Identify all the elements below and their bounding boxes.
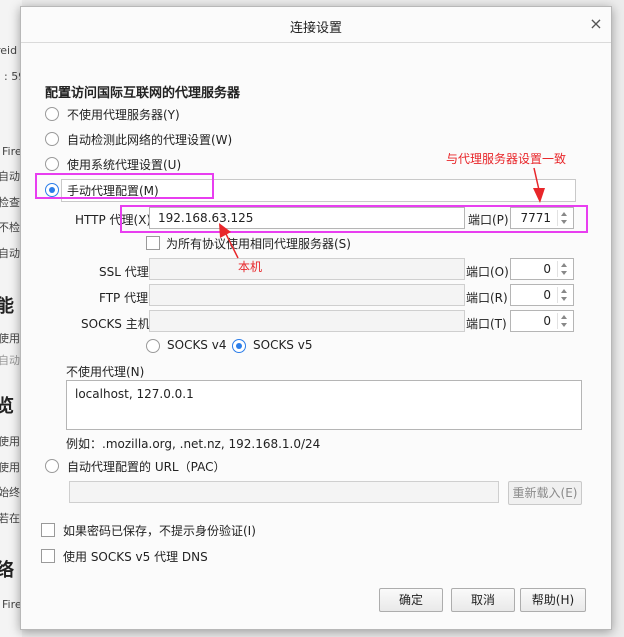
socks-dns-checkbox[interactable] [41, 549, 55, 563]
ftp-port-value: 0 [543, 288, 551, 302]
radio-socks-v5[interactable] [232, 339, 246, 353]
bg-text: 若在 [0, 512, 20, 525]
bg-text: Fire [2, 598, 22, 611]
ssl-port-value: 0 [543, 262, 551, 276]
bg-heading: 览 [0, 396, 14, 417]
same-proxy-checkbox[interactable] [146, 236, 160, 250]
bg-text: 自动 [0, 170, 20, 183]
socks-host-label: SOCKS 主机 [81, 317, 150, 331]
radio-system-proxy-label[interactable]: 使用系统代理设置(U) [67, 156, 181, 173]
bg-text: reid [0, 44, 18, 57]
socks-port-stepper[interactable]: 0 [510, 310, 574, 332]
no-proxy-textarea[interactable]: localhost, 127.0.0.1 [66, 380, 582, 430]
cancel-button[interactable]: 取消 [451, 588, 515, 612]
radio-no-proxy-label[interactable]: 不使用代理服务器(Y) [67, 106, 180, 123]
no-auth-label[interactable]: 如果密码已保存，不提示身份验证(I) [63, 522, 256, 539]
bg-text: 始终 [0, 486, 20, 499]
proxy-heading: 配置访问国际互联网的代理服务器 [45, 86, 241, 101]
bg-text: 不检 [0, 221, 20, 234]
bg-text: 检查 [0, 196, 20, 209]
port-consistent-annotation: 与代理服务器设置一致 [446, 152, 567, 166]
socks-host-input[interactable] [149, 310, 465, 332]
ftp-port-label: 端口(R) [466, 291, 508, 305]
same-proxy-label[interactable]: 为所有协议使用相同代理服务器(S) [166, 235, 351, 252]
spinner-arrows-icon[interactable] [557, 287, 571, 303]
ssl-port-stepper[interactable]: 0 [510, 258, 574, 280]
radio-socks-v5-label[interactable]: SOCKS v5 [253, 338, 312, 352]
radio-socks-v4-label[interactable]: SOCKS v4 [167, 338, 226, 352]
bg-heading: 能 [0, 296, 14, 317]
ssl-proxy-label: SSL 代理 [99, 265, 149, 279]
bg-text: 使用 [0, 461, 20, 474]
radio-pac-label[interactable]: 自动代理配置的 URL（PAC） [67, 458, 225, 475]
radio-auto-detect-label[interactable]: 自动检测此网络的代理设置(W) [67, 131, 232, 148]
help-button[interactable]: 帮助(H) [520, 588, 586, 612]
background-page: reid : 59 Fire 自动 检查 不检 自动 能 使用 自动 览 使用 … [0, 0, 22, 637]
radio-no-proxy[interactable] [45, 107, 59, 121]
bg-heading: 络 [0, 560, 14, 581]
ssl-port-label: 端口(O) [466, 265, 509, 279]
spinner-arrows-icon[interactable] [557, 313, 571, 329]
radio-pac[interactable] [45, 459, 59, 473]
pac-url-input[interactable] [69, 481, 499, 503]
bg-text: 使用 [0, 332, 20, 345]
manual-proxy-highlight [35, 173, 214, 199]
close-icon[interactable]: × [587, 15, 605, 33]
radio-system-proxy[interactable] [45, 157, 59, 171]
socks-dns-label[interactable]: 使用 SOCKS v5 代理 DNS [63, 548, 208, 565]
socks-port-label: 端口(T) [466, 317, 507, 331]
reload-button[interactable]: 重新载入(E) [508, 481, 582, 505]
ssl-proxy-input[interactable] [149, 258, 465, 280]
dialog-title: 连接设置 [289, 21, 342, 36]
ftp-proxy-input[interactable] [149, 284, 465, 306]
local-machine-annotation: 本机 [238, 260, 263, 274]
ftp-proxy-label: FTP 代理 [99, 291, 149, 305]
no-auth-checkbox[interactable] [41, 523, 55, 537]
bg-text: 自动 [0, 354, 20, 367]
connection-settings-dialog: 连接设置 × 配置访问国际互联网的代理服务器 不使用代理服务器(Y) 自动检测此… [20, 6, 612, 630]
ok-button[interactable]: 确定 [379, 588, 443, 612]
bg-text: 使用 [0, 435, 20, 448]
radio-socks-v4[interactable] [146, 339, 160, 353]
no-proxy-example: 例如：.mozilla.org, .net.nz, 192.168.1.0/24 [66, 437, 321, 451]
no-proxy-label: 不使用代理(N) [66, 365, 145, 379]
socks-port-value: 0 [543, 314, 551, 328]
ftp-port-stepper[interactable]: 0 [510, 284, 574, 306]
dialog-titlebar: 连接设置 × [21, 7, 611, 43]
spinner-arrows-icon[interactable] [557, 261, 571, 277]
http-row-highlight [120, 205, 588, 233]
bg-text: Fire [2, 145, 22, 158]
radio-auto-detect[interactable] [45, 132, 59, 146]
bg-text: 自动 [0, 247, 20, 260]
